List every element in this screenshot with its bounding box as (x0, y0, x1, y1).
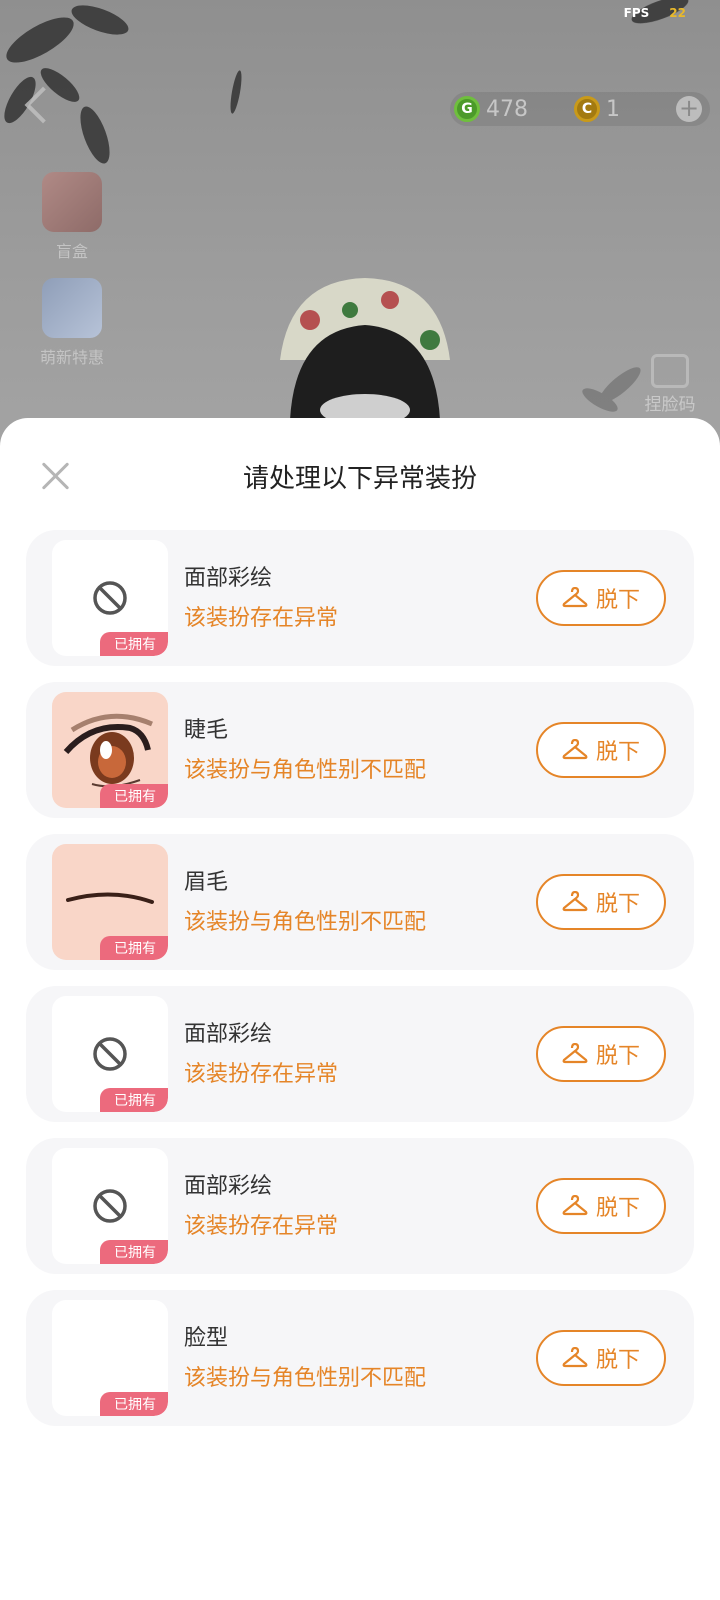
item-name: 面部彩绘 (184, 1174, 273, 1199)
take-off-label: 脱下 (595, 740, 640, 765)
fps-label: FPS (623, 6, 650, 20)
gift-box-icon (42, 172, 102, 232)
sidebar-item-blind-box[interactable]: 盲盒 (36, 172, 108, 262)
outfit-bundle-icon (42, 278, 102, 338)
fps-value: 22 (669, 6, 686, 20)
character-avatar (280, 278, 450, 420)
take-off-button[interactable]: 脱下 (536, 1330, 666, 1386)
item-thumbnail: 已拥有 (52, 844, 168, 960)
list-item: 已拥有 面部彩绘 该装扮存在异常 脱下 (26, 1138, 694, 1274)
ban-icon (93, 581, 127, 615)
item-thumbnail: 已拥有 (52, 996, 168, 1112)
add-currency-button[interactable]: + (676, 96, 702, 122)
take-off-label: 脱下 (595, 588, 640, 613)
take-off-button[interactable]: 脱下 (536, 570, 666, 626)
hanger-icon (562, 1195, 588, 1216)
hanger-icon (562, 891, 588, 912)
item-name: 眉毛 (184, 870, 229, 895)
item-warning: 该装扮与角色性别不匹配 (184, 758, 427, 783)
take-off-label: 脱下 (595, 1044, 640, 1069)
gold-coin-amount: 1 (606, 96, 620, 122)
item-warning: 该装扮存在异常 (184, 1214, 339, 1239)
item-name: 面部彩绘 (184, 1022, 273, 1047)
item-thumbnail: 已拥有 (52, 1300, 168, 1416)
abnormal-outfit-dialog: 请处理以下异常装扮 已拥有 面部彩绘 该装扮存在异常 脱下 已拥有 睫毛 该装扮… (0, 418, 720, 1600)
hanger-icon (562, 587, 588, 608)
list-item: 已拥有 面部彩绘 该装扮存在异常 脱下 (26, 530, 694, 666)
green-coin-amount: 478 (486, 96, 528, 122)
item-thumbnail: 已拥有 (52, 540, 168, 656)
take-off-button[interactable]: 脱下 (536, 722, 666, 778)
owned-badge: 已拥有 (100, 936, 168, 960)
list-item: 已拥有 睫毛 该装扮与角色性别不匹配 脱下 (26, 682, 694, 818)
owned-badge: 已拥有 (100, 632, 168, 656)
item-warning: 该装扮与角色性别不匹配 (184, 1366, 427, 1391)
sidebar-item-label: 萌新特惠 (39, 348, 104, 367)
owned-badge: 已拥有 (100, 784, 168, 808)
gold-coin-icon: C (574, 96, 600, 122)
item-name: 睫毛 (184, 718, 229, 743)
item-name: 面部彩绘 (184, 566, 273, 591)
outfit-list: 已拥有 面部彩绘 该装扮存在异常 脱下 已拥有 睫毛 该装扮与角色性别不匹配 脱… (26, 530, 694, 1442)
list-item: 已拥有 脸型 该装扮与角色性别不匹配 脱下 (26, 1290, 694, 1426)
green-coin-icon: G (454, 96, 480, 122)
owned-badge: 已拥有 (100, 1392, 168, 1416)
pinch-face-code-button[interactable]: 捏脸码 (632, 354, 708, 415)
take-off-label: 脱下 (595, 1348, 640, 1373)
hanger-icon (562, 739, 588, 760)
item-warning: 该装扮存在异常 (184, 1062, 339, 1087)
fps-counter: FPS 22 (624, 6, 686, 20)
ban-icon (93, 1037, 127, 1071)
owned-badge: 已拥有 (100, 1240, 168, 1264)
game-scene: FPS 22 G 478 C 1 + 盲盒 萌新特惠 捏脸码 (0, 0, 720, 440)
item-name: 脸型 (184, 1326, 229, 1351)
take-off-label: 脱下 (595, 1196, 640, 1221)
dialog-title: 请处理以下异常装扮 (242, 464, 477, 494)
list-item: 已拥有 眉毛 该装扮与角色性别不匹配 脱下 (26, 834, 694, 970)
sidebar-item-newbie-deal[interactable]: 萌新特惠 (36, 278, 108, 368)
ban-icon (93, 1189, 127, 1223)
edit-face-icon (651, 354, 689, 388)
take-off-button[interactable]: 脱下 (536, 1178, 666, 1234)
take-off-label: 脱下 (595, 892, 640, 917)
hanger-icon (562, 1347, 588, 1368)
item-thumbnail: 已拥有 (52, 1148, 168, 1264)
sidebar-item-label: 盲盒 (55, 242, 88, 261)
take-off-button[interactable]: 脱下 (536, 1026, 666, 1082)
list-item: 已拥有 面部彩绘 该装扮存在异常 脱下 (26, 986, 694, 1122)
hanger-icon (562, 1043, 588, 1064)
owned-badge: 已拥有 (100, 1088, 168, 1112)
item-warning: 该装扮与角色性别不匹配 (184, 910, 427, 935)
item-warning: 该装扮存在异常 (184, 606, 339, 631)
pinch-face-label: 捏脸码 (644, 395, 696, 415)
take-off-button[interactable]: 脱下 (536, 874, 666, 930)
item-thumbnail: 已拥有 (52, 692, 168, 808)
currency-bar: G 478 C 1 + (450, 92, 710, 126)
